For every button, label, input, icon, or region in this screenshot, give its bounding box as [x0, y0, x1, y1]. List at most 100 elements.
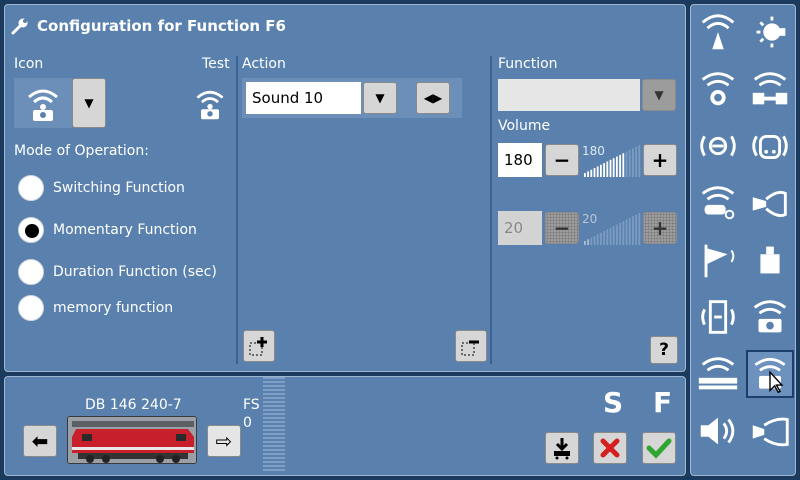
- action-dropdown-button[interactable]: ▼: [363, 82, 397, 114]
- level-bar: [622, 153, 625, 177]
- chevron-down-icon: ▼: [84, 96, 94, 110]
- level-bar: [622, 221, 625, 245]
- level-bar: [632, 216, 634, 245]
- left-right-arrows-icon: ◀▶: [423, 91, 443, 105]
- level-bar: [603, 231, 605, 245]
- sound-icon: [28, 89, 58, 121]
- volume-bar-graph: [584, 145, 641, 177]
- sidebar-horn-sound-icon[interactable]: [746, 179, 794, 227]
- weight-icon: [760, 246, 780, 274]
- help-button[interactable]: ?: [650, 336, 678, 364]
- download-locomotive-icon: [554, 438, 570, 460]
- second-increase-button[interactable]: +: [643, 212, 677, 244]
- speed-slider[interactable]: [263, 377, 285, 473]
- s-label: S: [603, 386, 624, 419]
- level-bar: [612, 226, 615, 245]
- action-label: Action: [242, 56, 286, 72]
- sidebar-volume-icon[interactable]: [694, 407, 742, 455]
- fs-value: 0: [243, 415, 252, 431]
- prev-loco-button[interactable]: ⬅: [23, 425, 57, 457]
- whistle-sound-icon: [701, 186, 735, 220]
- remove-action-button[interactable]: [455, 330, 487, 362]
- level-bar: [606, 161, 609, 177]
- remove-icon: [461, 340, 479, 356]
- horn-icon: [752, 417, 789, 447]
- sidebar-whistle-sound-icon[interactable]: [694, 179, 742, 227]
- selected-icon-preview[interactable]: [14, 78, 72, 128]
- door-sound-icon: [701, 300, 735, 334]
- volume-input[interactable]: 180: [498, 143, 542, 177]
- radio-duration[interactable]: [18, 259, 44, 285]
- question-icon: ?: [659, 340, 669, 360]
- sidebar-horn-icon[interactable]: [746, 407, 794, 455]
- sidebar-light-bulb-icon[interactable]: [746, 8, 794, 56]
- level-bar: [632, 148, 634, 177]
- wrench-icon: [10, 16, 30, 36]
- function-dropdown-button[interactable]: ▼: [642, 79, 676, 111]
- icon-dropdown-button[interactable]: ▼: [72, 78, 106, 128]
- arrow-left-icon: ⬅: [31, 429, 49, 453]
- level-bar: [584, 241, 586, 245]
- level-bar: [638, 213, 641, 245]
- radio-momentary[interactable]: [18, 217, 44, 243]
- test-sound-button[interactable]: [190, 82, 230, 124]
- add-action-button[interactable]: [243, 330, 275, 362]
- volume-decrease-button[interactable]: −: [545, 144, 579, 176]
- next-loco-button[interactable]: ⇨: [207, 425, 241, 457]
- radio-momentary-label: Momentary Function: [53, 222, 197, 238]
- loco-name: DB 146 240-7: [85, 397, 182, 413]
- checkmark-icon: [646, 438, 672, 459]
- icon-label: Icon: [14, 56, 44, 72]
- cancel-button[interactable]: [593, 432, 627, 464]
- level-bar: [600, 232, 602, 245]
- sidebar-flag-icon[interactable]: [694, 236, 742, 284]
- second-value-input[interactable]: 20: [498, 211, 542, 245]
- level-bar: [609, 159, 612, 177]
- column-divider: [490, 56, 492, 364]
- radio-switching[interactable]: [18, 175, 44, 201]
- function-label: Function: [498, 56, 558, 72]
- function-select[interactable]: [498, 79, 640, 111]
- level-bar: [596, 166, 599, 177]
- column-divider: [236, 56, 238, 364]
- generic-sound-icon: [753, 300, 787, 333]
- level-bar: [628, 217, 631, 245]
- radio-memory-label: memory function: [53, 300, 174, 316]
- add-icon: [249, 337, 267, 356]
- sidebar-generic-sound-icon[interactable]: [746, 293, 794, 341]
- radio-switching-label: Switching Function: [53, 180, 185, 196]
- sidebar-compressor-sound-icon[interactable]: [746, 122, 794, 170]
- level-bar: [635, 214, 637, 245]
- level-bar: [593, 168, 596, 177]
- sidebar-fan-sound-icon[interactable]: [694, 8, 742, 56]
- volume-label: Volume: [498, 118, 551, 134]
- sidebar-weight-icon[interactable]: [746, 236, 794, 284]
- sidebar-coupler-sound-icon[interactable]: [746, 65, 794, 113]
- loco-image[interactable]: [67, 416, 197, 464]
- level-bar: [625, 219, 628, 245]
- radio-memory[interactable]: [18, 295, 44, 321]
- sidebar-sound-icon-selected[interactable]: [746, 350, 794, 398]
- level-bar: [593, 236, 596, 245]
- horn-sound-icon: [752, 190, 787, 218]
- flag-icon: [704, 244, 735, 278]
- level-bar: [590, 237, 593, 245]
- locomotive-icon: [68, 417, 196, 463]
- page-title: Configuration for Function F6: [37, 17, 286, 35]
- sidebar-cab-light-sound-icon[interactable]: [694, 65, 742, 113]
- platform-announcement-icon: [698, 357, 738, 390]
- second-decrease-button[interactable]: −: [545, 212, 579, 244]
- sidebar-brake-squeal-icon[interactable]: [694, 122, 742, 170]
- level-bar: [616, 156, 618, 177]
- sidebar-platform-announcement-icon[interactable]: [694, 350, 742, 398]
- level-bar: [603, 163, 605, 177]
- radio-duration-label: Duration Function (sec): [53, 264, 217, 280]
- action-reorder-button[interactable]: ◀▶: [416, 82, 450, 114]
- sidebar-door-sound-icon[interactable]: [694, 293, 742, 341]
- action-select[interactable]: Sound 10: [246, 82, 361, 114]
- download-to-loco-button[interactable]: [545, 432, 579, 464]
- confirm-button[interactable]: [642, 432, 676, 464]
- volume-increase-button[interactable]: +: [643, 144, 677, 176]
- level-bar: [628, 149, 631, 177]
- level-bar: [584, 173, 586, 177]
